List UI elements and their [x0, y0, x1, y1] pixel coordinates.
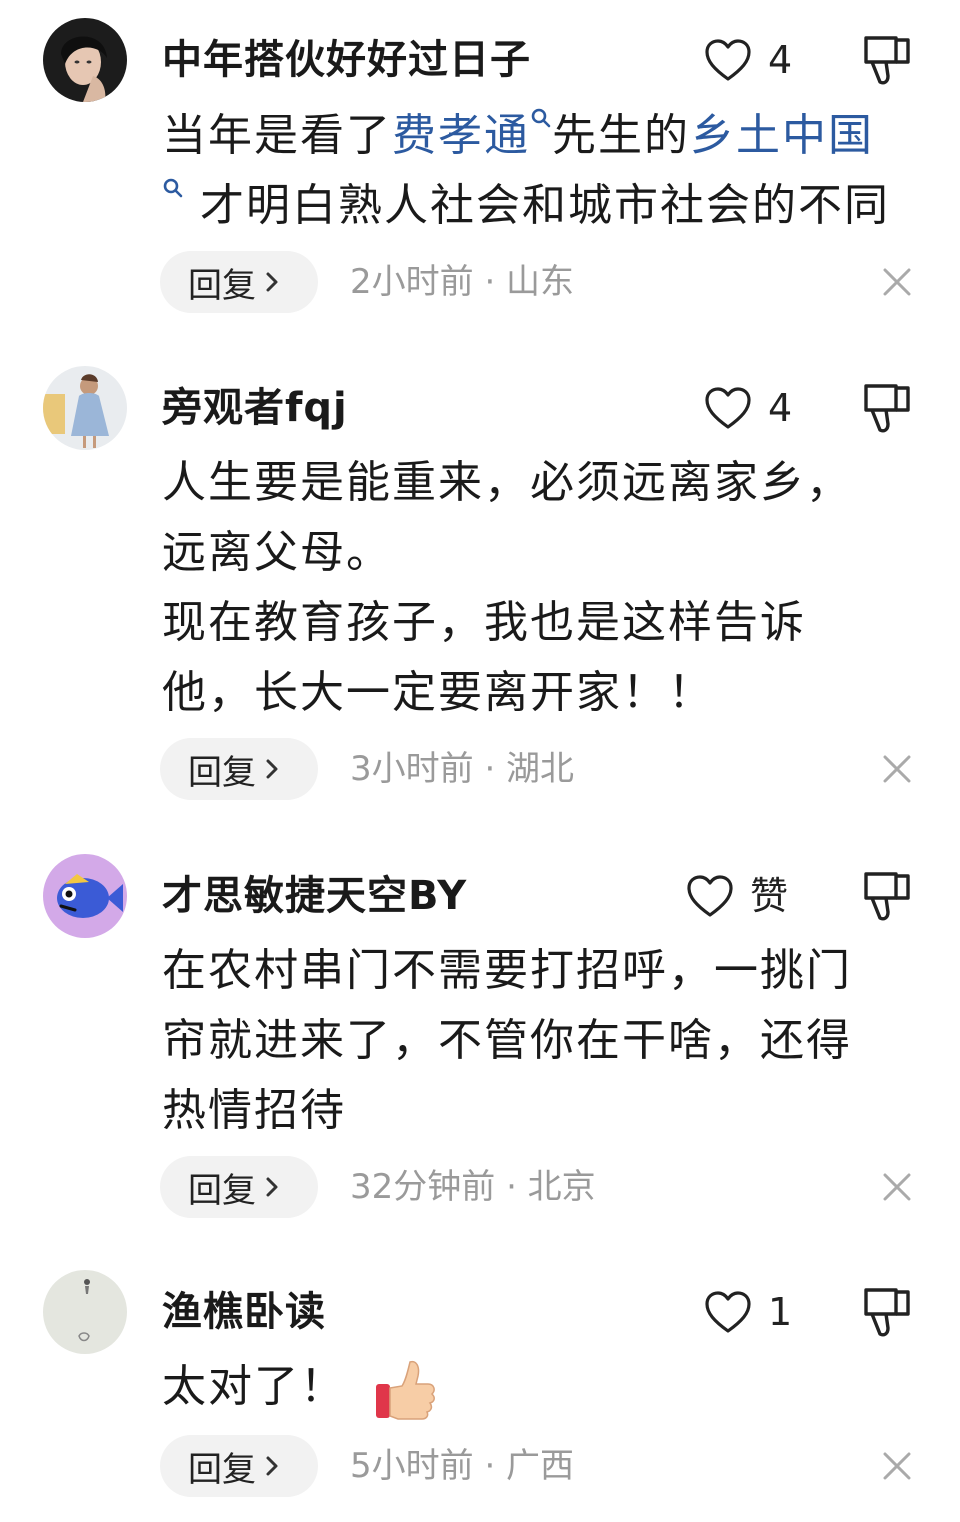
- reply-button[interactable]: 回复: [160, 1435, 318, 1497]
- avatar[interactable]: [43, 1270, 127, 1354]
- avatar[interactable]: [43, 366, 127, 450]
- thumbs-down-outline-icon: [862, 380, 912, 436]
- reply-button[interactable]: 回复: [160, 738, 318, 800]
- close-button[interactable]: [880, 265, 914, 299]
- like-count: 4: [768, 386, 793, 430]
- close-icon: [880, 1170, 914, 1204]
- chevron-right-icon: [264, 1176, 280, 1198]
- text-line: 人生要是能重来，必须远离家乡，: [162, 457, 852, 508]
- close-icon: [880, 752, 914, 786]
- heart-outline-icon: [704, 1290, 752, 1334]
- text-segment: 当年是看了: [162, 110, 392, 161]
- text-segment: 才明白熟人社会和城市社会的不同: [200, 180, 890, 231]
- heart-outline-icon: [704, 386, 752, 430]
- text-line: 在农村串门不需要打招呼，一挑门: [162, 945, 852, 996]
- text-line: 现在教育孩子，我也是这样告诉: [162, 597, 806, 648]
- thumbs-down-outline-icon: [862, 32, 912, 88]
- text-line: 太对了！: [162, 1361, 346, 1412]
- username[interactable]: 才思敏捷天空BY: [162, 856, 467, 936]
- thumbs-up-emoji: [374, 1356, 436, 1422]
- search-icon[interactable]: [530, 107, 552, 133]
- comment-meta: 回复 2小时前 · 山东: [160, 251, 920, 315]
- text-line: 他，长大一定要离开家！！: [162, 667, 714, 718]
- close-button[interactable]: [880, 1170, 914, 1204]
- close-button[interactable]: [880, 752, 914, 786]
- chevron-right-icon: [264, 1455, 280, 1477]
- username[interactable]: 旁观者fqj: [162, 368, 348, 448]
- text-line: 帘就进来了，不管你在干啥，还得: [162, 1015, 852, 1066]
- timestamp-location: 2小时前 · 山东: [350, 262, 575, 302]
- avatar[interactable]: [43, 854, 127, 938]
- username[interactable]: 渔樵卧读: [162, 1272, 326, 1352]
- chevron-right-icon: [264, 758, 280, 780]
- comment-text: 太对了！: [162, 1352, 922, 1422]
- avatar[interactable]: [43, 18, 127, 102]
- reply-button[interactable]: 回复: [160, 251, 318, 313]
- like-button[interactable]: 赞: [686, 866, 788, 926]
- reply-label: 回复: [188, 1170, 256, 1211]
- timestamp-location: 32分钟前 · 北京: [350, 1167, 596, 1207]
- dislike-button[interactable]: [862, 32, 912, 88]
- thumbs-down-outline-icon: [862, 1284, 912, 1340]
- search-icon[interactable]: [162, 177, 184, 203]
- reply-label: 回复: [188, 1449, 256, 1490]
- username[interactable]: 中年搭伙好好过日子: [162, 20, 531, 100]
- close-icon: [880, 265, 914, 299]
- chevron-right-icon: [264, 271, 280, 293]
- dislike-button[interactable]: [862, 1284, 912, 1340]
- like-count: 赞: [750, 874, 789, 918]
- reply-button[interactable]: 回复: [160, 1156, 318, 1218]
- comment-text: 在农村串门不需要打招呼，一挑门 帘就进来了，不管你在干啥，还得 热情招待: [162, 936, 922, 1146]
- comment-meta: 回复 32分钟前 · 北京: [160, 1156, 920, 1220]
- comment-meta: 回复 3小时前 · 湖北: [160, 738, 920, 802]
- text-line: 热情招待: [162, 1085, 346, 1136]
- heart-outline-icon: [686, 874, 734, 918]
- close-button[interactable]: [880, 1449, 914, 1483]
- text-line: 远离父母。: [162, 527, 392, 578]
- topic-link[interactable]: 乡土中国: [690, 110, 874, 161]
- like-count: 1: [768, 1290, 793, 1334]
- comment-meta: 回复 5小时前 · 广西: [160, 1435, 920, 1499]
- like-button[interactable]: 4: [704, 30, 792, 90]
- reply-label: 回复: [188, 752, 256, 793]
- thumbs-down-outline-icon: [862, 868, 912, 924]
- close-icon: [880, 1449, 914, 1483]
- like-count: 4: [768, 38, 793, 82]
- dislike-button[interactable]: [862, 380, 912, 436]
- timestamp-location: 3小时前 · 湖北: [350, 749, 575, 789]
- like-button[interactable]: 4: [704, 378, 792, 438]
- comment-text: 人生要是能重来，必须远离家乡， 远离父母。 现在教育孩子，我也是这样告诉 他，长…: [162, 448, 922, 728]
- topic-link[interactable]: 费孝通: [392, 110, 530, 161]
- reply-label: 回复: [188, 265, 256, 306]
- like-button[interactable]: 1: [704, 1282, 792, 1342]
- timestamp-location: 5小时前 · 广西: [350, 1446, 575, 1486]
- dislike-button[interactable]: [862, 868, 912, 924]
- comment-text: 当年是看了费孝通 先生的乡土中国 才明白熟人社会和城市社会的不同: [162, 101, 922, 241]
- heart-outline-icon: [704, 38, 752, 82]
- text-segment: 先生的: [552, 110, 690, 161]
